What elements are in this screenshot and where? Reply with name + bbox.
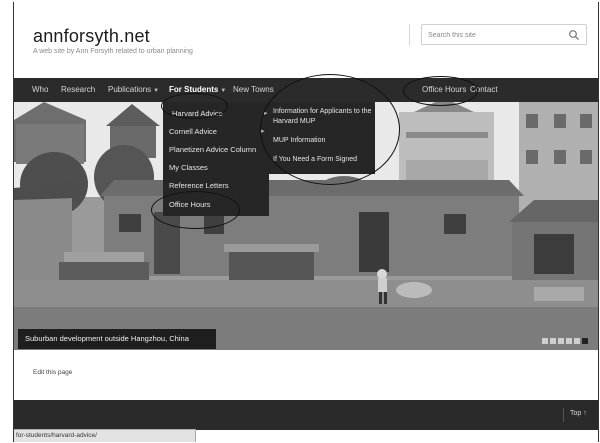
chevron-down-icon: ▼: [153, 88, 160, 94]
menu-item-reference-letters[interactable]: Reference Letters: [169, 181, 229, 190]
nav-for-students[interactable]: For Students ▼: [169, 78, 226, 102]
site-title[interactable]: annforsyth.net: [33, 26, 150, 47]
search-icon[interactable]: [568, 29, 580, 41]
menu-item-harvard-advice[interactable]: Harvard Advice ▸: [172, 109, 268, 118]
harvard-advice-submenu: Information for Applicants to the Harvar…: [269, 102, 375, 174]
menu-item-planetizen-advice-column[interactable]: Planetizen Advice Column: [169, 145, 256, 154]
slide-dot[interactable]: [566, 338, 572, 344]
slide-caption: Suburban development outside Hangzhou, C…: [18, 329, 216, 349]
chevron-right-icon: ▸: [264, 110, 268, 117]
menu-item-cornell-advice[interactable]: Cornell Advice ▸: [169, 127, 265, 136]
site-tagline: A web site by Ann Forsyth related to urb…: [33, 48, 193, 55]
slide-dot[interactable]: [558, 338, 564, 344]
nav-publications[interactable]: Publications ▼: [108, 78, 159, 102]
slide-dot[interactable]: [550, 338, 556, 344]
menu-item-label: Cornell Advice: [169, 127, 217, 136]
search-box[interactable]: [421, 24, 587, 45]
nav-new-towns[interactable]: New Towns: [233, 78, 274, 102]
footer-bar: Top ↑: [14, 400, 598, 430]
footer-divider: [563, 408, 564, 422]
slide-dot[interactable]: [542, 338, 548, 344]
back-to-top-link[interactable]: Top ↑: [570, 410, 587, 417]
nav-publications-label: Publications: [108, 85, 152, 94]
slide-dot-active[interactable]: [582, 338, 588, 344]
menu-item-label: Harvard Advice: [172, 109, 223, 118]
search-input[interactable]: [428, 28, 558, 42]
slide-dot[interactable]: [574, 338, 580, 344]
nav-contact[interactable]: Contact: [470, 78, 498, 102]
submenu-item-mup-information[interactable]: MUP Information: [273, 136, 325, 146]
nav-office-hours[interactable]: Office Hours: [422, 78, 466, 102]
nav-research[interactable]: Research: [61, 78, 95, 102]
menu-item-my-classes[interactable]: My Classes: [169, 163, 208, 172]
chevron-right-icon: ▸: [261, 128, 265, 135]
main-nav: Who Research Publications ▼ For Students ▼…: [14, 78, 598, 102]
header-divider: [409, 24, 410, 46]
submenu-item-form-signed[interactable]: If You Need a Form Signed: [273, 155, 357, 165]
for-students-dropdown: Harvard Advice ▸ Cornell Advice ▸ Planetiz…: [163, 102, 269, 216]
edit-page-link[interactable]: Edit this page: [33, 369, 72, 376]
nav-who[interactable]: Who: [32, 78, 48, 102]
nav-for-students-label: For Students: [169, 85, 219, 94]
status-bar-url: for-students/harvard-advice/: [14, 429, 196, 442]
submenu-item-applicants-harvard-mup[interactable]: Information for Applicants to the Harvar…: [273, 107, 373, 127]
menu-item-office-hours[interactable]: Office Hours: [169, 200, 211, 209]
browser-viewport: annforsyth.net A web site by Ann Forsyth…: [13, 2, 599, 442]
chevron-down-icon: ▼: [220, 88, 227, 94]
slide-pager: [542, 331, 590, 344]
